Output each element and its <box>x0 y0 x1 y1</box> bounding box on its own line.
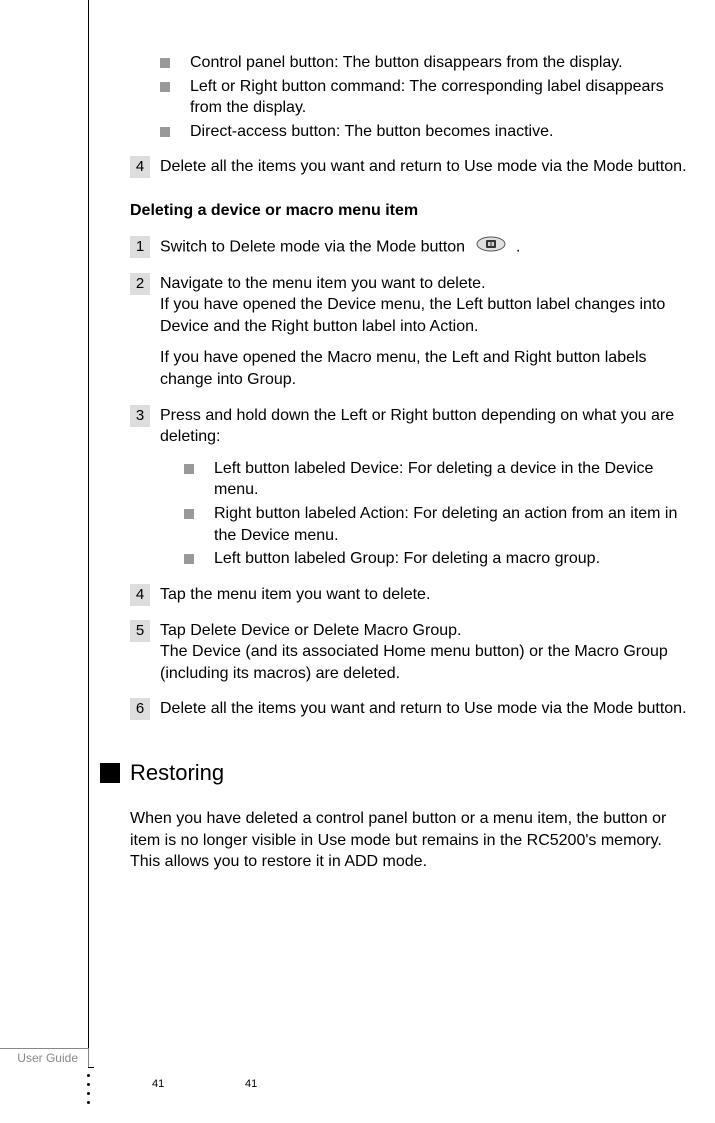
step-number: 6 <box>130 698 150 720</box>
footer-label: User Guide <box>0 1048 89 1067</box>
square-bullet-icon <box>184 464 194 474</box>
step5-p1: Tap Delete Device or Delete Macro Group. <box>160 622 461 639</box>
subheading: Deleting a device or macro menu item <box>130 200 690 222</box>
list-item: Right button labeled Action: For deletin… <box>184 503 690 546</box>
step-text: Delete all the items you want and return… <box>160 698 690 720</box>
step-6: 6 Delete all the items you want and retu… <box>130 698 690 720</box>
square-bullet-icon <box>160 82 170 92</box>
step5-p2: The Device (and its associated Home menu… <box>160 643 668 682</box>
step-text: Delete all the items you want and return… <box>160 156 690 178</box>
step-text: Tap Delete Device or Delete Macro Group.… <box>160 620 690 685</box>
horizontal-tick <box>88 1067 94 1068</box>
step-text: Tap the menu item you want to delete. <box>160 584 690 606</box>
vertical-rule <box>88 0 89 1068</box>
dot-trail <box>87 1074 90 1110</box>
step-5: 5 Tap Delete Device or Delete Macro Grou… <box>130 620 690 685</box>
step-1: 1 Switch to Delete mode via the Mode but… <box>130 236 690 259</box>
restoring-paragraph: When you have deleted a control panel bu… <box>130 808 690 873</box>
step-number: 5 <box>130 620 150 642</box>
step-text: Press and hold down the Left or Right bu… <box>160 405 690 448</box>
step-3: 3 Press and hold down the Left or Right … <box>130 405 690 448</box>
bullet-text: Left or Right button command: The corres… <box>190 76 690 119</box>
section-heading: Restoring <box>130 758 224 788</box>
step-number: 3 <box>130 405 150 427</box>
step-2: 2 Navigate to the menu item you want to … <box>130 273 690 391</box>
square-bullet-icon <box>184 509 194 519</box>
step-text: Navigate to the menu item you want to de… <box>160 273 690 391</box>
list-item: Left button labeled Device: For deleting… <box>184 458 690 501</box>
bullet-text: Left button labeled Group: For deleting … <box>214 548 690 570</box>
list-item: Left or Right button command: The corres… <box>160 76 690 119</box>
step-text-after: . <box>516 239 520 256</box>
bullet-text: Left button labeled Device: For deleting… <box>214 458 690 501</box>
step-4a: 4 Delete all the items you want and retu… <box>130 156 690 178</box>
step-number: 4 <box>130 156 150 178</box>
mode-button-icon <box>476 236 506 259</box>
step-text-before: Switch to Delete mode via the Mode butto… <box>160 239 470 256</box>
bullet-text: Right button labeled Action: For deletin… <box>214 503 690 546</box>
page-number-left: 41 <box>152 1078 164 1090</box>
list-item: Control panel button: The button disappe… <box>160 52 690 74</box>
bullet-text: Control panel button: The button disappe… <box>190 52 690 74</box>
square-bullet-icon <box>160 58 170 68</box>
step-number: 1 <box>130 236 150 258</box>
bullet-list-step3: Left button labeled Device: For deleting… <box>184 458 690 570</box>
step2-p1b: If you have opened the Device menu, the … <box>160 296 665 335</box>
square-bullet-icon <box>184 554 194 564</box>
step-text: Switch to Delete mode via the Mode butto… <box>160 236 690 259</box>
list-item: Direct-access button: The button becomes… <box>160 121 690 143</box>
step-number: 2 <box>130 273 150 295</box>
step2-p3: If you have opened the Macro menu, the L… <box>160 347 690 390</box>
step2-p1a: Navigate to the menu item you want to de… <box>160 275 486 292</box>
page-content: Control panel button: The button disappe… <box>130 52 690 887</box>
bullet-text: Direct-access button: The button becomes… <box>190 121 690 143</box>
step-number: 4 <box>130 584 150 606</box>
step-4: 4 Tap the menu item you want to delete. <box>130 584 690 606</box>
page-number-right: 41 <box>245 1078 257 1090</box>
square-bullet-icon <box>160 127 170 137</box>
black-square-icon <box>100 763 120 783</box>
section-heading-row: Restoring <box>100 758 690 788</box>
bullet-list-top: Control panel button: The button disappe… <box>160 52 690 142</box>
list-item: Left button labeled Group: For deleting … <box>184 548 690 570</box>
